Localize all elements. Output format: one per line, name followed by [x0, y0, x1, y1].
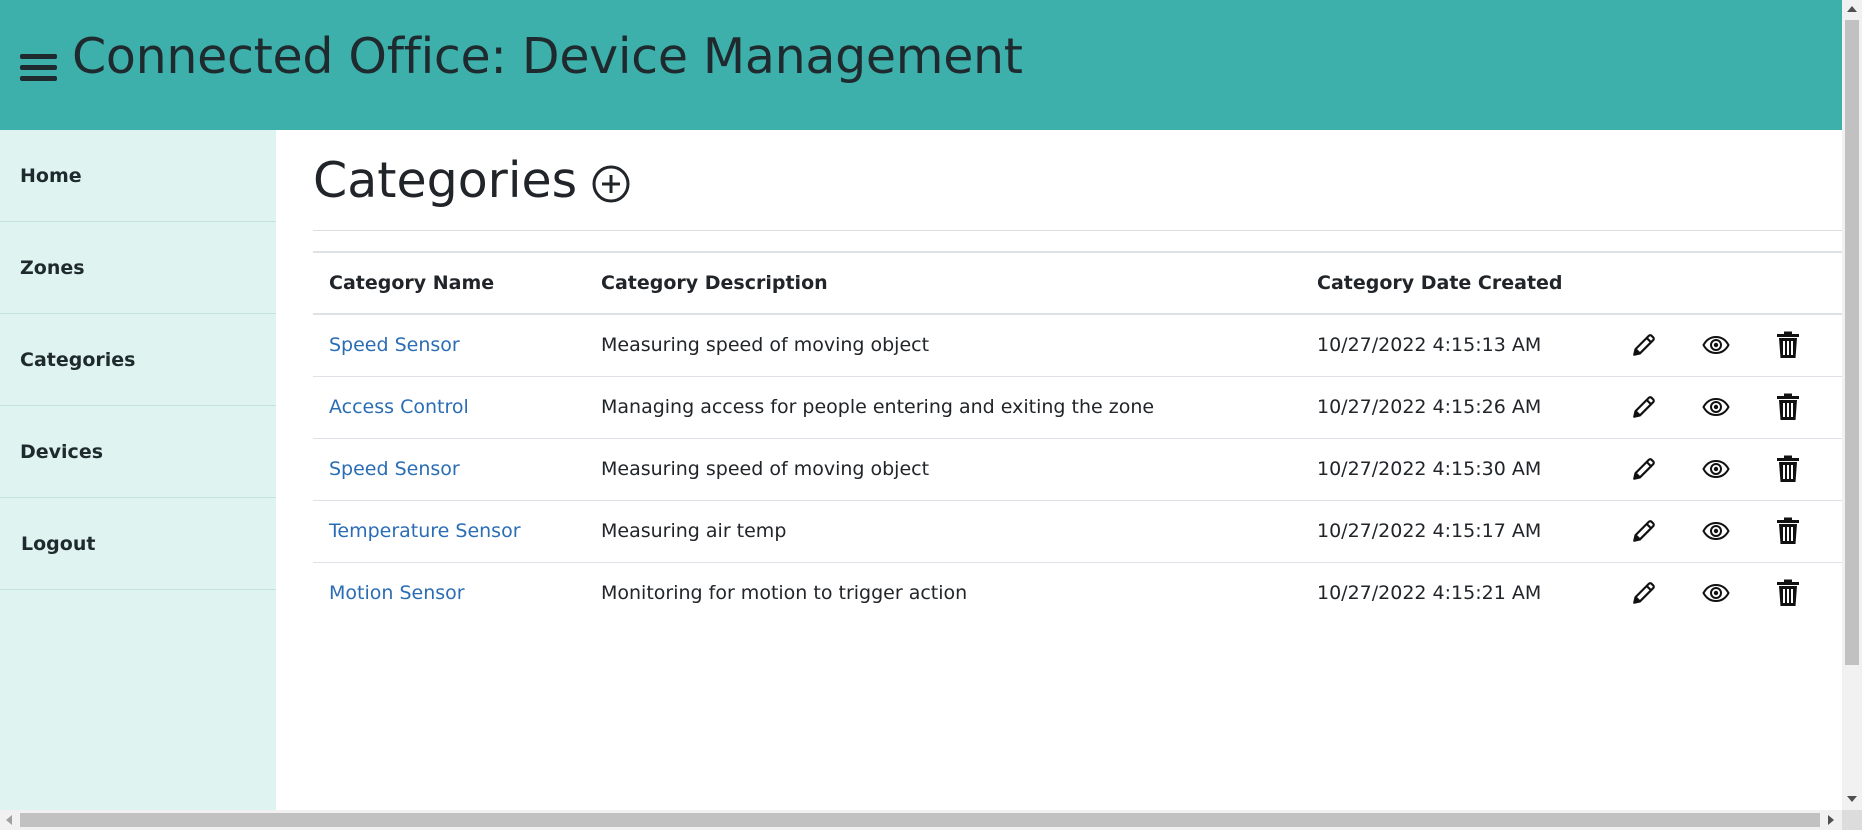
sidebar-nav: Home Zones Categories Devices Logout [0, 130, 276, 810]
table-row: Access Control Managing access for peopl… [313, 376, 1842, 439]
sidebar-item-categories[interactable]: Categories [0, 314, 276, 406]
row-actions [1613, 500, 1842, 563]
column-header-description[interactable]: Category Description [585, 251, 1301, 315]
vertical-scrollbar[interactable] [1842, 0, 1862, 810]
eye-view-icon[interactable] [1701, 516, 1731, 546]
trash-delete-icon[interactable] [1773, 392, 1803, 422]
category-description: Measuring air temp [585, 500, 1301, 563]
table-row: Speed Sensor Measuring speed of moving o… [313, 438, 1842, 501]
table-body: Speed Sensor Measuring speed of moving o… [313, 314, 1842, 624]
category-date-created: 10/27/2022 4:15:26 AM [1301, 376, 1613, 439]
category-description: Measuring speed of moving object [585, 314, 1301, 377]
column-header-actions [1613, 251, 1842, 315]
trash-delete-icon[interactable] [1773, 578, 1803, 608]
category-date-created: 10/27/2022 4:15:30 AM [1301, 438, 1613, 501]
row-actions [1613, 438, 1842, 501]
column-header-date-created[interactable]: Category Date Created [1301, 251, 1613, 315]
title-divider [313, 230, 1842, 231]
category-name-link[interactable]: Access Control [329, 396, 469, 418]
table-row: Motion Sensor Monitoring for motion to t… [313, 562, 1842, 624]
row-actions [1613, 562, 1842, 624]
category-name-link[interactable]: Speed Sensor [329, 458, 460, 480]
vertical-scroll-thumb[interactable] [1845, 20, 1859, 665]
pencil-edit-icon[interactable] [1629, 516, 1659, 546]
sidebar-item-zones[interactable]: Zones [0, 222, 276, 314]
category-description: Monitoring for motion to trigger action [601, 582, 968, 605]
eye-view-icon[interactable] [1701, 454, 1731, 484]
scroll-left-arrow-icon[interactable] [6, 815, 12, 825]
scroll-up-arrow-icon[interactable] [1847, 6, 1857, 12]
categories-table: Category Name Category Description Categ… [313, 251, 1842, 624]
page-title: Categories [313, 152, 578, 209]
category-description: Measuring speed of moving object [585, 438, 1301, 501]
category-date-created: 10/27/2022 4:15:17 AM [1301, 500, 1613, 563]
pencil-edit-icon[interactable] [1629, 330, 1659, 360]
scrollbar-corner [1842, 810, 1862, 830]
category-date-created: 10/27/2022 4:15:13 AM [1301, 314, 1613, 377]
trash-delete-icon[interactable] [1773, 516, 1803, 546]
trash-delete-icon[interactable] [1773, 454, 1803, 484]
sidebar-item-devices[interactable]: Devices [0, 406, 276, 498]
eye-view-icon[interactable] [1701, 578, 1731, 608]
eye-view-icon[interactable] [1701, 392, 1731, 422]
scroll-down-arrow-icon[interactable] [1847, 796, 1857, 802]
trash-delete-icon[interactable] [1773, 330, 1803, 360]
row-actions [1613, 376, 1842, 439]
category-name-link[interactable]: Motion Sensor [329, 582, 465, 604]
hamburger-menu-icon[interactable] [20, 54, 57, 81]
app-header: Connected Office: Device Management [0, 0, 1842, 130]
pencil-edit-icon[interactable] [1629, 454, 1659, 484]
pencil-edit-icon[interactable] [1629, 392, 1659, 422]
scroll-right-arrow-icon[interactable] [1828, 815, 1834, 825]
row-actions [1613, 314, 1842, 377]
add-category-icon[interactable] [591, 164, 631, 204]
table-header-row: Category Name Category Description Categ… [313, 251, 1842, 315]
column-header-name[interactable]: Category Name [313, 251, 585, 315]
category-name-link[interactable]: Temperature Sensor [329, 520, 521, 542]
category-description: Managing access for people entering and … [585, 376, 1301, 439]
pencil-edit-icon[interactable] [1629, 578, 1659, 608]
sidebar-item-logout[interactable]: Logout [0, 498, 276, 590]
app-title: Connected Office: Device Management [72, 28, 1023, 85]
category-name-link[interactable]: Speed Sensor [329, 334, 460, 356]
main-content: Categories Category Name Category Descri… [276, 130, 1842, 810]
horizontal-scroll-thumb[interactable] [20, 813, 1820, 827]
sidebar-item-home[interactable]: Home [0, 130, 276, 222]
horizontal-scrollbar[interactable] [0, 810, 1862, 830]
table-row: Speed Sensor Measuring speed of moving o… [313, 314, 1842, 377]
category-date-created: 10/27/2022 4:15:21 AM [1317, 582, 1542, 605]
eye-view-icon[interactable] [1701, 330, 1731, 360]
table-row: Temperature Sensor Measuring air temp 10… [313, 500, 1842, 563]
page-title-row: Categories [313, 152, 631, 209]
